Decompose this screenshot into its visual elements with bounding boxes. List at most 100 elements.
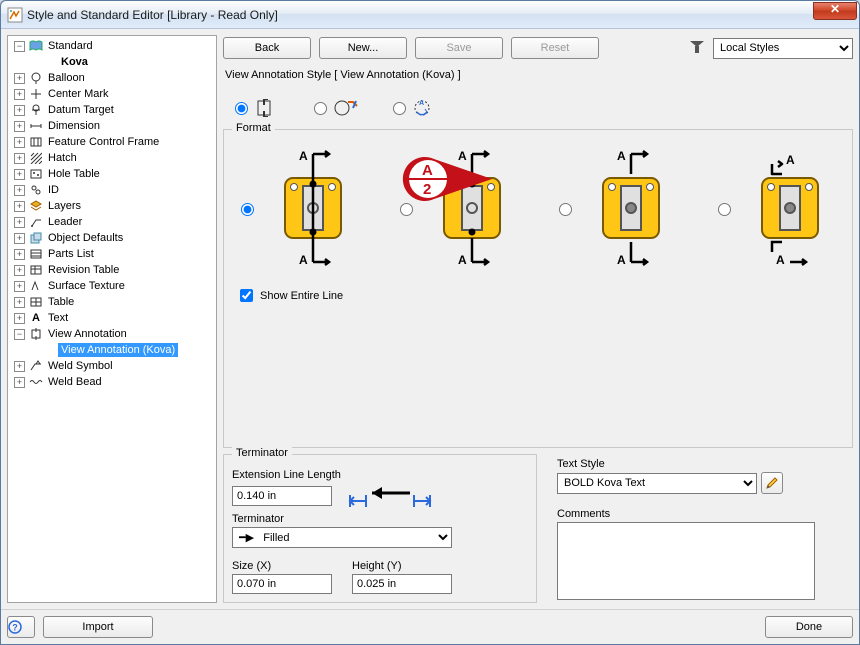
expand-toggle[interactable]: + [14, 201, 25, 212]
section-icon [254, 99, 278, 117]
svg-text:A: A [299, 150, 308, 163]
format-thumb-2: A A [422, 150, 522, 266]
textstyle-label: Text Style [557, 458, 853, 470]
expand-toggle[interactable]: + [14, 153, 25, 164]
tree-item[interactable]: Hole Table [45, 167, 103, 181]
new-button[interactable]: New... [319, 37, 407, 59]
format-option-2[interactable]: A A [395, 150, 522, 266]
svg-text:A: A [299, 253, 308, 266]
tab-detail-radio[interactable] [314, 102, 327, 115]
format-radio-4[interactable] [718, 203, 731, 216]
edit-textstyle-button[interactable] [761, 472, 783, 494]
expand-toggle[interactable]: + [14, 73, 25, 84]
expand-toggle[interactable]: + [14, 217, 25, 228]
format-option-1[interactable]: A A [236, 150, 363, 266]
format-radio-2[interactable] [400, 203, 413, 216]
tree-item[interactable]: ID [45, 183, 62, 197]
tree-item[interactable]: Balloon [45, 71, 88, 85]
tree-item[interactable]: Leader [45, 215, 85, 229]
filter-icon[interactable] [689, 40, 705, 56]
expand-toggle[interactable]: + [14, 361, 25, 372]
tree-active-standard[interactable]: Kova [58, 55, 91, 69]
close-button[interactable]: ✕ [813, 2, 857, 20]
tree-weld-bead[interactable]: Weld Bead [45, 375, 105, 389]
expand-toggle[interactable]: + [14, 297, 25, 308]
expand-toggle[interactable]: + [14, 121, 25, 132]
comments-textarea[interactable] [557, 522, 815, 600]
format-option-4[interactable]: A A [713, 150, 840, 266]
holetable-icon [29, 167, 43, 181]
size-label: Size (X) [232, 560, 332, 572]
ext-len-input[interactable] [232, 486, 332, 506]
expand-toggle[interactable]: + [14, 233, 25, 244]
textstyle-dropdown[interactable]: BOLD Kova Text [557, 473, 757, 494]
datum-icon [29, 103, 43, 117]
tree-item[interactable]: Feature Control Frame [45, 135, 162, 149]
tree-item[interactable]: Revision Table [45, 263, 122, 277]
arrow-preview-icon [342, 483, 438, 509]
format-option-3[interactable]: A A [554, 150, 681, 266]
tree-item[interactable]: Text [45, 311, 71, 325]
expand-toggle[interactable]: − [14, 41, 25, 52]
svg-text:A: A [458, 253, 467, 266]
text-icon: A [29, 311, 43, 325]
import-button[interactable]: Import [43, 616, 153, 638]
format-radio-1[interactable] [241, 203, 254, 216]
done-button[interactable]: Done [765, 616, 853, 638]
format-radio-3[interactable] [559, 203, 572, 216]
size-input[interactable] [232, 574, 332, 594]
format-thumb-4: A A [740, 150, 840, 266]
tree-item[interactable]: Layers [45, 199, 84, 213]
tree-view-annotation-child[interactable]: View Annotation (Kova) [58, 343, 178, 357]
id-icon [29, 183, 43, 197]
help-button[interactable]: ? [7, 616, 35, 638]
tree-item[interactable]: Hatch [45, 151, 80, 165]
expand-toggle[interactable]: + [14, 265, 25, 276]
style-description: View Annotation Style [ View Annotation … [223, 67, 853, 87]
svg-text:A: A [458, 150, 467, 163]
expand-toggle[interactable]: + [14, 377, 25, 388]
ext-len-label: Extension Line Length [232, 469, 528, 481]
expand-toggle[interactable]: + [14, 281, 25, 292]
tree-root[interactable]: Standard [45, 39, 96, 53]
tab-section[interactable] [235, 99, 278, 117]
expand-toggle[interactable]: − [14, 329, 25, 340]
tree-item[interactable]: Parts List [45, 247, 97, 261]
centermark-icon [29, 87, 43, 101]
svg-text:?: ? [12, 623, 17, 633]
expand-toggle[interactable]: + [14, 185, 25, 196]
style-tree[interactable]: − Standard Kova [7, 35, 217, 603]
tree-view-annotation[interactable]: View Annotation [45, 327, 130, 341]
tree-item[interactable]: Table [45, 295, 77, 309]
tree-item[interactable]: Center Mark [45, 87, 112, 101]
expand-toggle[interactable]: + [14, 89, 25, 100]
expand-toggle[interactable]: + [14, 137, 25, 148]
terminator-legend: Terminator [232, 447, 292, 459]
styles-filter-dropdown[interactable]: Local Styles [713, 38, 853, 59]
titlebar: Style and Standard Editor [Library - Rea… [1, 1, 859, 29]
revtable-icon [29, 263, 43, 277]
tab-aux[interactable]: A [393, 99, 436, 117]
tree-weld-symbol[interactable]: Weld Symbol [45, 359, 116, 373]
top-toolbar: Back New... Save Reset Local Styles [223, 35, 853, 61]
footer-bar: ? Import Done [1, 609, 859, 644]
tab-aux-radio[interactable] [393, 102, 406, 115]
leader-icon [29, 215, 43, 229]
tree-item[interactable]: Object Defaults [45, 231, 126, 245]
tree-item[interactable]: Dimension [45, 119, 103, 133]
balloon-icon [29, 71, 43, 85]
show-entire-line-checkbox[interactable] [240, 289, 253, 302]
back-button[interactable]: Back [223, 37, 311, 59]
expand-toggle[interactable]: + [14, 249, 25, 260]
detail-icon [333, 99, 357, 117]
height-input[interactable] [352, 574, 452, 594]
tab-detail[interactable] [314, 99, 357, 117]
tree-item[interactable]: Datum Target [45, 103, 117, 117]
expand-toggle[interactable]: + [14, 169, 25, 180]
tree-item[interactable]: Surface Texture [45, 279, 128, 293]
format-thumb-1: A A [263, 150, 363, 266]
terminator-dropdown[interactable]: ━▶ Filled [232, 527, 452, 548]
expand-toggle[interactable]: + [14, 313, 25, 324]
tab-section-radio[interactable] [235, 102, 248, 115]
expand-toggle[interactable]: + [14, 105, 25, 116]
